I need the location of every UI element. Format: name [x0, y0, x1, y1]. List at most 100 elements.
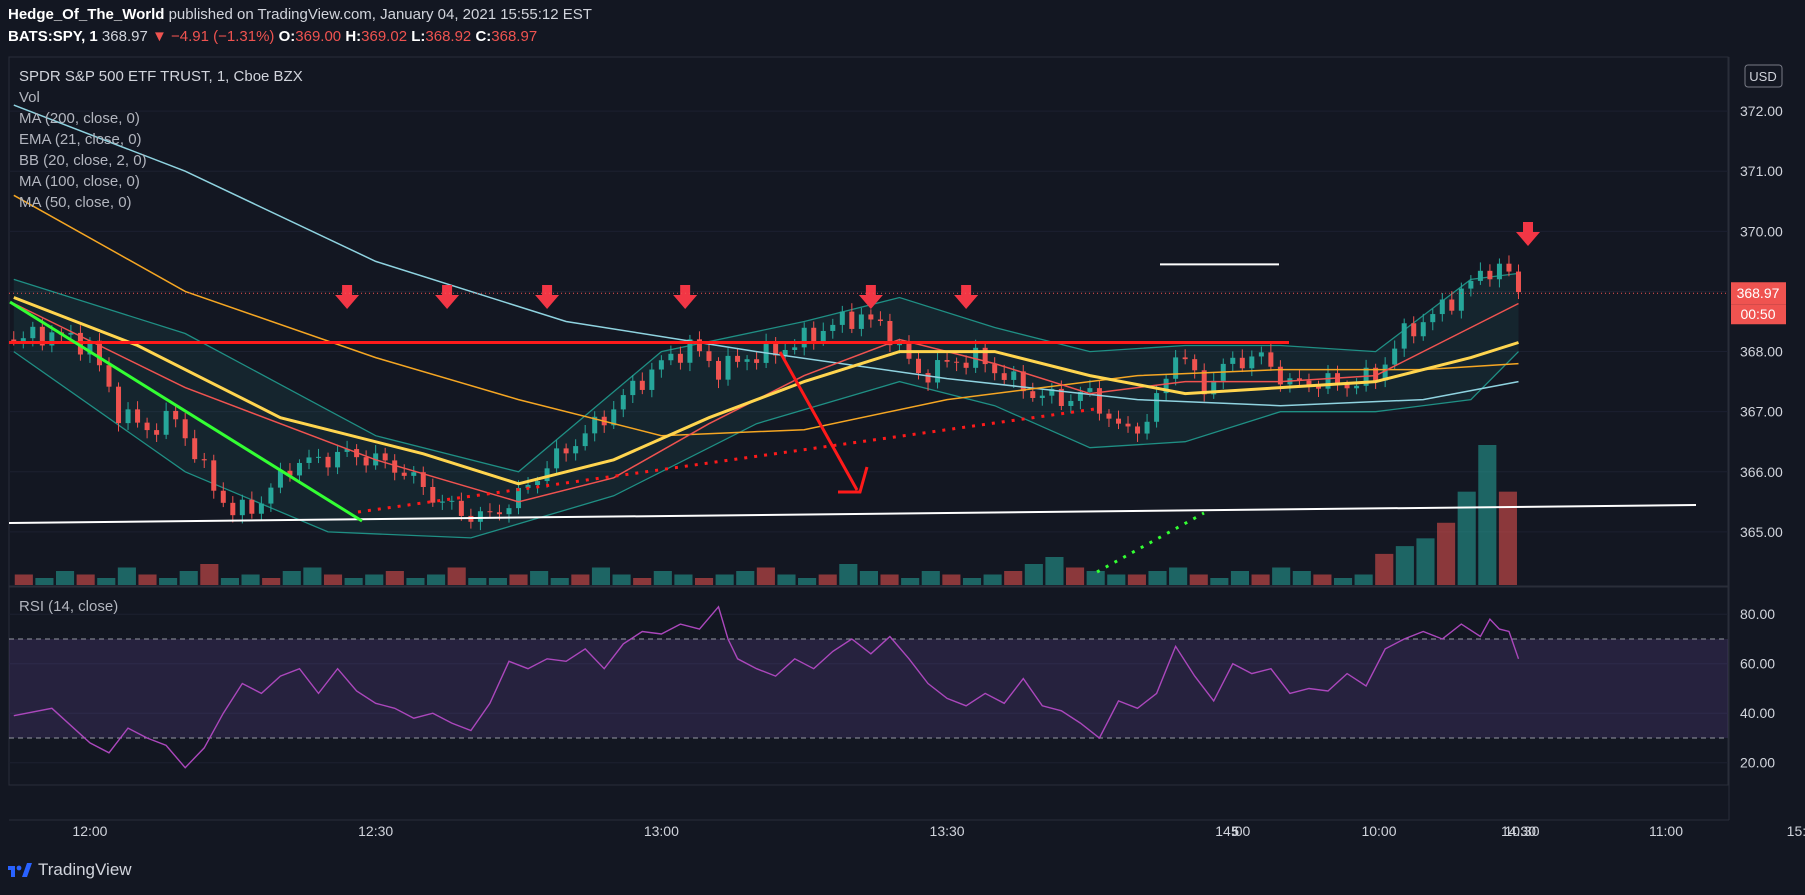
- down-arrow-marker-icon: [954, 285, 979, 309]
- candle-body: [1258, 352, 1264, 357]
- volume-bar: [1066, 567, 1085, 585]
- candle-body: [249, 499, 255, 514]
- volume-bar: [1354, 574, 1373, 585]
- candle-body: [801, 327, 807, 348]
- candle-body: [1515, 271, 1521, 293]
- rsi-tick-label-3: 80.00: [1740, 606, 1775, 622]
- candle-body: [135, 409, 141, 423]
- volume-bar: [818, 574, 837, 585]
- down-arrow-marker-icon: [1516, 222, 1541, 246]
- tradingview-logo[interactable]: TradingView: [8, 860, 132, 880]
- candle-body: [535, 481, 541, 486]
- candle-body: [1392, 348, 1398, 365]
- legend-title: SPDR S&P 500 ETF TRUST, 1, Cboe BZX: [19, 68, 303, 85]
- down-arrow-marker-icon: [335, 285, 360, 309]
- candle-body: [1135, 426, 1141, 434]
- legend-item-vol[interactable]: Vol: [19, 87, 303, 108]
- candle-body: [1144, 421, 1150, 434]
- candle-body: [173, 410, 179, 420]
- volume-bar: [962, 578, 982, 585]
- rsi-legend[interactable]: RSI (14, close): [19, 598, 118, 615]
- candle-body: [716, 360, 722, 380]
- time-tick-label-9: 10:00: [1361, 823, 1396, 839]
- volume-bar: [859, 571, 878, 585]
- volume-bar: [1272, 567, 1291, 585]
- candle-body: [1506, 263, 1512, 272]
- volume-bar: [571, 574, 590, 585]
- legend-item-ma100[interactable]: MA (100, close, 0): [19, 171, 303, 192]
- volume-bar: [303, 567, 322, 585]
- time-tick-label-10: 10:30: [1504, 823, 1539, 839]
- time-tick-label-6: 15:00: [1787, 823, 1805, 839]
- candle-body: [277, 470, 283, 488]
- volume-bar: [468, 578, 487, 585]
- candle-body: [1477, 270, 1483, 281]
- price-tick-label-0: 365.00: [1740, 524, 1783, 540]
- volume-bar: [1107, 574, 1126, 585]
- candle-body: [820, 330, 826, 343]
- candle-body: [620, 395, 626, 410]
- candle-body: [935, 360, 941, 383]
- candle-body: [239, 499, 245, 516]
- candle-body: [1173, 357, 1179, 379]
- volume-bar: [97, 578, 116, 585]
- volume-bar: [1210, 578, 1229, 585]
- candle-body: [1449, 299, 1455, 311]
- candle-body: [677, 353, 683, 363]
- tradingview-logo-icon: [8, 863, 32, 877]
- candle-body: [192, 438, 198, 460]
- candle-body: [125, 409, 131, 424]
- candle-body: [1154, 393, 1160, 422]
- candle-body: [1087, 388, 1093, 392]
- candle-body: [963, 362, 969, 368]
- candle-body: [316, 456, 322, 458]
- candle-body: [20, 338, 26, 342]
- candle-body: [363, 457, 369, 466]
- volume-bar: [385, 571, 404, 585]
- price-tick-label-6: 371.00: [1740, 163, 1783, 179]
- volume-bar: [1189, 574, 1208, 585]
- candle-body: [754, 359, 760, 363]
- candle-body: [1325, 373, 1331, 389]
- candle-body: [201, 459, 207, 461]
- time-tick-label-0: 12:00: [72, 823, 107, 839]
- candle-body: [163, 410, 169, 435]
- legend-item-ma50[interactable]: MA (50, close, 0): [19, 192, 303, 213]
- candle-body: [1496, 263, 1502, 280]
- time-tick-label-2: 13:00: [644, 823, 679, 839]
- candle-body: [382, 453, 388, 461]
- candle-body: [1001, 373, 1007, 380]
- volume-bar: [591, 567, 611, 585]
- volume-bar: [901, 578, 920, 585]
- candle-body: [1458, 288, 1464, 311]
- volume-bar: [550, 578, 569, 585]
- candle-body: [335, 451, 341, 468]
- candle-body: [1430, 314, 1436, 323]
- volume-bar: [1045, 557, 1064, 585]
- candle-body: [811, 327, 817, 343]
- candle-body: [582, 433, 588, 447]
- price-tick-label-1: 366.00: [1740, 464, 1783, 480]
- legend-item-ma200[interactable]: MA (200, close, 0): [19, 108, 303, 129]
- time-tick-label-8: 5: [1231, 823, 1239, 839]
- volume-bar: [241, 574, 260, 585]
- volume-bar: [447, 567, 466, 585]
- volume-bar: [406, 578, 425, 585]
- legend-item-ema21[interactable]: EMA (21, close, 0): [19, 129, 303, 150]
- volume-bar: [777, 574, 796, 585]
- candle-body: [658, 360, 664, 370]
- candle-body: [154, 430, 160, 435]
- volume-bar: [1148, 571, 1167, 585]
- candle-body: [1125, 423, 1131, 427]
- volume-bar: [179, 571, 198, 585]
- candle-body: [706, 351, 712, 361]
- volume-bar: [653, 571, 672, 585]
- countdown-label: 00:50: [1740, 306, 1775, 322]
- candle-body: [925, 373, 931, 383]
- candle-body: [630, 380, 636, 396]
- candle-body: [839, 311, 845, 325]
- time-tick-label-3: 13:30: [930, 823, 965, 839]
- legend-item-bb[interactable]: BB (20, close, 2, 0): [19, 150, 303, 171]
- volume-bar: [921, 571, 940, 585]
- candle-body: [725, 355, 731, 380]
